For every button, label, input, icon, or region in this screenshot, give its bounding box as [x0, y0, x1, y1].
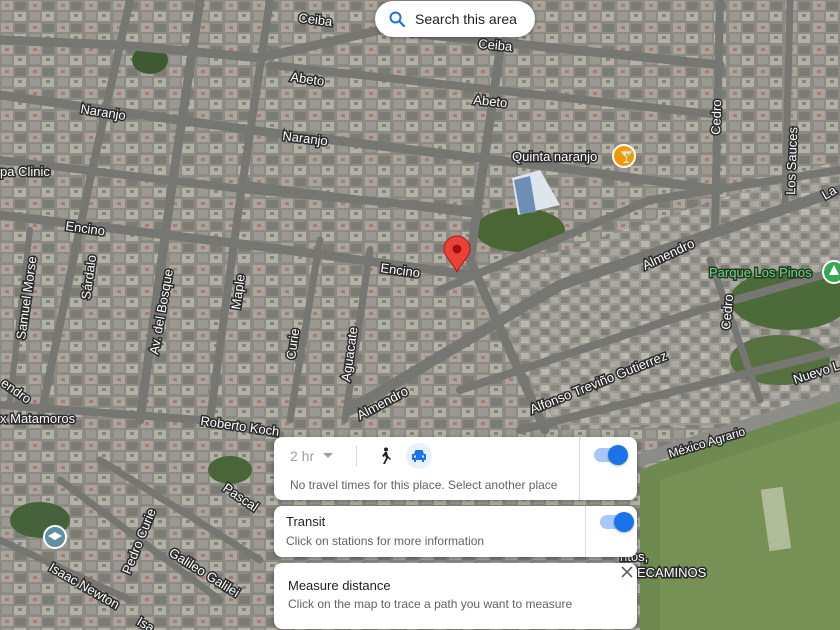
street-label: Cedro — [708, 99, 724, 135]
pin-center-dot — [452, 244, 462, 254]
poi-school[interactable] — [43, 525, 67, 549]
transit-subtitle: Click on stations for more information — [286, 534, 485, 548]
transit-title: Transit — [286, 514, 326, 529]
bar-icon: 🍸 — [619, 149, 634, 164]
search-icon — [389, 11, 405, 27]
search-this-area-label: Search this area — [415, 11, 517, 27]
divider — [356, 445, 357, 467]
transit-panel: Transit Click on stations for more infor… — [274, 506, 637, 557]
close-icon[interactable] — [621, 566, 633, 578]
transit-toggle[interactable] — [600, 512, 634, 532]
driving-mode-button[interactable] — [406, 443, 432, 469]
poi-label: Quinta naranjo — [512, 149, 597, 164]
street-label: x Matamoros — [0, 411, 76, 426]
poi-quinta-naranjo[interactable]: 🍸 Quinta naranjo — [511, 144, 636, 168]
measure-title: Measure distance — [288, 578, 391, 593]
travel-times-panel: 2 hr No travel times for this place. Sel… — [274, 437, 637, 500]
walking-icon[interactable] — [378, 447, 392, 465]
time-dropdown[interactable]: 2 hr — [290, 448, 334, 464]
car-icon — [412, 450, 426, 462]
poi-clinic[interactable]: pa Clinic — [0, 163, 52, 181]
poi-label: Parque Los Pinos — [709, 265, 812, 280]
poi-label: ECAMINOS — [637, 565, 707, 580]
street-label: Cedro — [718, 294, 736, 331]
divider — [579, 437, 580, 500]
measure-subtitle: Click on the map to trace a path you wan… — [288, 597, 573, 611]
street-label: Los Sauces — [783, 126, 800, 195]
time-value: 2 hr — [290, 448, 315, 464]
poi-label: pa Clinic — [0, 164, 50, 179]
travel-times-toggle[interactable] — [594, 445, 628, 465]
street-label: Ceiba — [478, 36, 514, 54]
search-this-area-button[interactable]: Search this area — [375, 1, 535, 37]
chevron-down-icon — [323, 453, 334, 458]
divider — [585, 506, 586, 557]
travel-times-message: No travel times for this place. Select a… — [290, 478, 558, 492]
measure-distance-panel: Measure distance Click on the map to tra… — [274, 563, 637, 629]
